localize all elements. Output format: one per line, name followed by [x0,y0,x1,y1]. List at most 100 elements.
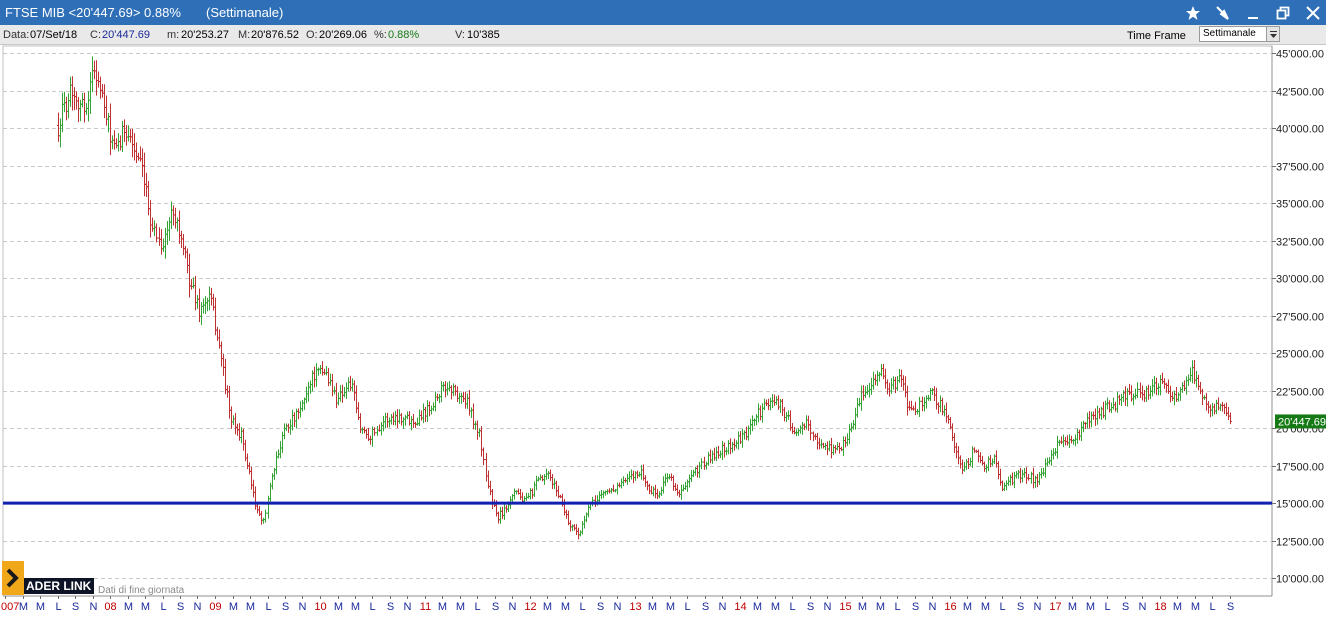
minimize-icon[interactable] [1242,2,1264,23]
x-tick-label: N [509,601,517,613]
x-tick-label: L [579,601,585,613]
x-tick-label: M [1068,601,1077,613]
timeframe-label: Time Frame [1127,30,1186,42]
close-icon[interactable] [1302,2,1324,23]
x-tick-label: 17 [1049,601,1061,613]
y-tick-label: 27'500.00 [1276,312,1324,324]
x-tick-label: 11 [420,601,431,613]
x-tick-label: L [684,601,690,613]
x-tick-label: 12 [524,601,536,613]
y-tick-label: 40'000.00 [1276,124,1324,136]
max-label: M: [238,29,251,41]
x-tick-label: M [1086,601,1095,613]
x-tick-label: M [334,601,343,613]
x-tick-label: L [1104,601,1110,613]
x-tick-label: M [981,601,990,613]
y-tick-label: 35'000.00 [1276,199,1324,211]
x-tick-label: M [1191,601,1200,613]
dropdown-arrow-icon[interactable] [1266,27,1279,41]
open-value: 20'269.06 [319,29,367,41]
x-tick-label: S [702,601,709,613]
x-tick-label: M [876,601,885,613]
volume-value: 10'385 [467,29,500,41]
y-tick-label: 37'500.00 [1276,162,1324,174]
x-tick-label: M [648,601,657,613]
x-tick-label: M [753,601,762,613]
x-tick-label: S [807,601,814,613]
price-chart[interactable]: 10'000.0012'500.0015'000.0017'500.0020'0… [0,0,1326,617]
x-tick-label: N [824,601,832,613]
x-tick-label: N [404,601,412,613]
x-tick-label: S [492,601,499,613]
x-tick-label: L [369,601,375,613]
open-label: O: [306,29,318,41]
y-tick-label: 12'500.00 [1276,537,1324,549]
x-tick-label: M [246,601,255,613]
x-tick-label: S [282,601,289,613]
x-tick-label: S [912,601,919,613]
date-value: 07/Set/18 [30,29,78,41]
restore-icon[interactable] [1272,2,1294,23]
x-tick-label: N [194,601,202,613]
x-tick-label: N [929,601,937,613]
y-tick-label: 10'000.00 [1276,574,1324,586]
x-tick-label: N [90,601,98,613]
pin-icon[interactable] [1212,2,1234,23]
last-price-label: 20'447.69 [1278,416,1326,428]
x-tick-label: N [299,601,307,613]
y-tick-label: 45'000.00 [1276,49,1324,61]
x-tick-label: M [141,601,150,613]
x-tick-label: 007 [1,601,19,613]
min-value: 20'253.27 [181,29,229,41]
timeframe-value: Settimanale [1203,28,1256,39]
y-tick-label: 17'500.00 [1276,462,1324,474]
close-value: 20'447.69 [102,29,150,41]
logo-text: ADER LINK [24,578,95,594]
window-subtitle: (Settimanale) [206,5,284,20]
logo-chevron-icon [2,561,24,595]
x-tick-label: M [124,601,133,613]
x-tick-label: M [229,601,238,613]
y-tick-label: 25'000.00 [1276,349,1324,361]
x-tick-label: S [72,601,79,613]
x-tick-label: S [1017,601,1024,613]
x-tick-label: N [719,601,727,613]
x-tick-label: 15 [839,601,851,613]
x-tick-label: 10 [314,601,326,613]
x-tick-label: M [561,601,570,613]
x-tick-label: L [474,601,480,613]
x-tick-label: S [1227,601,1234,613]
info-bar: Data: 07/Set/18 C: 20'447.69 m: 20'253.2… [0,25,1326,45]
y-tick-label: 22'500.00 [1276,387,1324,399]
x-tick-label: M [963,601,972,613]
y-tick-label: 30'000.00 [1276,274,1324,286]
star-icon[interactable] [1182,2,1204,23]
x-tick-label: 13 [629,601,641,613]
timeframe-select[interactable]: Settimanale [1199,26,1280,42]
x-tick-label: L [1209,601,1215,613]
x-tick-label: N [1034,601,1042,613]
close-label: C: [90,29,101,41]
x-tick-label: 09 [209,601,221,613]
logo-subtext: Dati di fine giornata [98,585,185,596]
chart-window: 10'000.00 12'500.00 15'000.00 17'500.00 20'0… [0,0,1326,617]
y-tick-label: 15'000.00 [1276,499,1324,511]
pct-value: 0.88% [388,29,420,41]
x-tick-label: S [1122,601,1129,613]
pct-label: %: [374,29,387,41]
x-tick-label: M [456,601,465,613]
x-tick-label: 14 [734,601,746,613]
traderlink-logo: ADER LINK [2,561,95,595]
volume-label: V: [455,29,465,41]
x-tick-label: M [543,601,552,613]
x-tick-label: 16 [944,601,956,613]
x-tick-label: L [894,601,900,613]
y-tick-label: 32'500.00 [1276,237,1324,249]
x-tick-label: 08 [104,601,116,613]
x-tick-label: N [614,601,622,613]
x-tick-label: M [666,601,675,613]
x-tick-label: L [55,601,61,613]
x-tick-label: N [1139,601,1147,613]
x-tick-label: M [438,601,447,613]
x-tick-label: L [999,601,1005,613]
